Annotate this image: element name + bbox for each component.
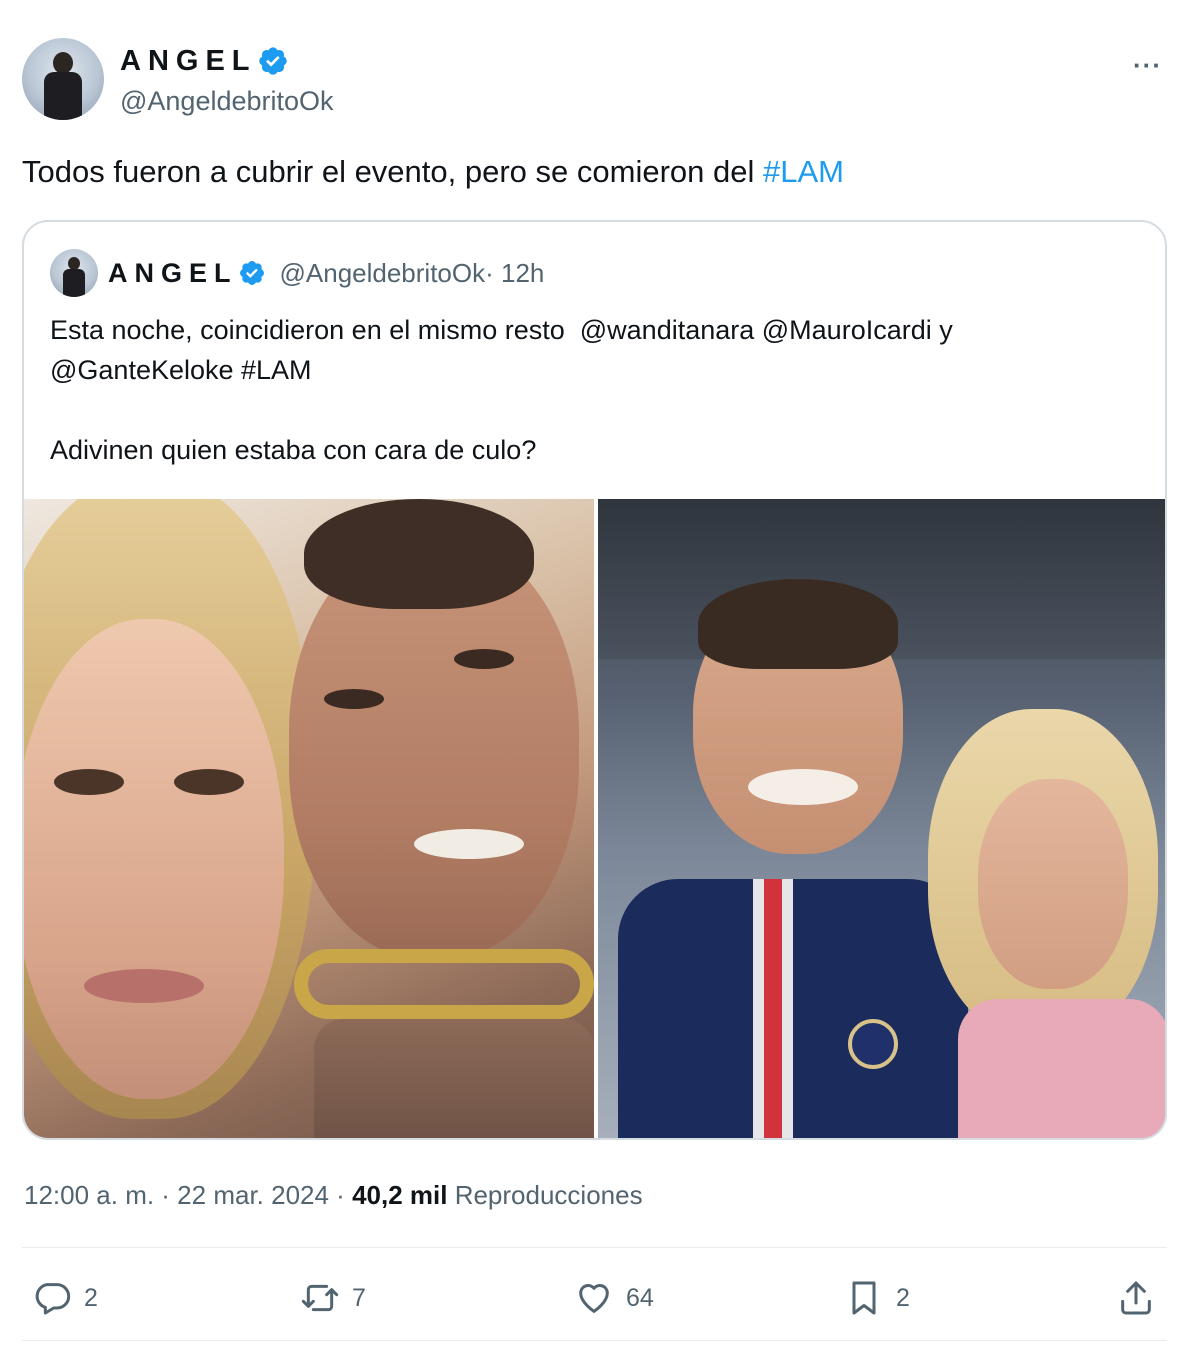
action-bar: 2 7 64 2: [22, 1268, 1167, 1328]
like-button[interactable]: 64: [574, 1268, 654, 1328]
quoted-author-name[interactable]: ANGEL: [108, 258, 238, 289]
bookmark-icon: [852, 1281, 876, 1315]
quoted-text-line: Adivinen quien estaba con cara de culo?: [50, 435, 537, 465]
media-grid: [24, 499, 1165, 1138]
repost-button[interactable]: 7: [300, 1268, 366, 1328]
bookmark-count: 2: [896, 1283, 910, 1312]
like-count: 64: [626, 1283, 654, 1312]
tweet-time[interactable]: 12:00 a. m.: [24, 1180, 154, 1210]
tweet-text: Todos fueron a cubrir el evento, pero se…: [22, 154, 844, 190]
photo-right[interactable]: [598, 499, 1165, 1138]
author-avatar[interactable]: [22, 38, 104, 120]
quoted-tweet-time[interactable]: · 12h: [485, 258, 544, 289]
views-count: 40,2 mil: [352, 1180, 448, 1210]
reply-count: 2: [84, 1283, 98, 1312]
quoted-text-line: @GanteKeloke #LAM: [50, 355, 312, 385]
views-label: Reproducciones: [447, 1180, 643, 1210]
reply-icon: [35, 1283, 71, 1315]
reply-button[interactable]: 2: [32, 1268, 98, 1328]
tweet-meta: 12:00 a. m. · 22 mar. 2024 · 40,2 mil Re…: [24, 1180, 643, 1211]
hashtag-link[interactable]: #LAM: [763, 154, 844, 189]
verified-badge-icon: [258, 47, 287, 75]
author-name-row[interactable]: ANGEL: [120, 44, 289, 78]
quoted-tweet[interactable]: ANGEL @AngeldebritoOk · 12h Esta noche, …: [22, 220, 1167, 1140]
divider: [22, 1340, 1167, 1341]
bookmark-button[interactable]: 2: [844, 1268, 910, 1328]
divider: [22, 1247, 1167, 1248]
quoted-author-handle[interactable]: @AngeldebritoOk: [280, 258, 486, 289]
tweet-header: ANGEL @AngeldebritoOk ···: [22, 38, 1172, 122]
tweet-date[interactable]: · 22 mar. 2024 ·: [154, 1180, 352, 1210]
quoted-author-avatar[interactable]: [50, 249, 98, 297]
quoted-tweet-header: ANGEL @AngeldebritoOk · 12h: [108, 252, 544, 294]
verified-badge-icon: [239, 261, 264, 285]
heart-icon: [579, 1284, 609, 1313]
repost-icon: [301, 1284, 339, 1312]
share-icon: [1121, 1281, 1151, 1315]
quoted-tweet-text: Esta noche, coincidieron en el mismo res…: [50, 310, 1110, 470]
share-button[interactable]: [1116, 1268, 1168, 1328]
repost-count: 7: [352, 1283, 366, 1312]
more-options-icon[interactable]: ···: [1133, 50, 1162, 81]
tweet-text-body: Todos fueron a cubrir el evento, pero se…: [22, 154, 763, 189]
photo-left[interactable]: [24, 499, 594, 1138]
author-handle[interactable]: @AngeldebritoOk: [120, 86, 334, 117]
author-name[interactable]: ANGEL: [120, 45, 257, 78]
quoted-text-line: Esta noche, coincidieron en el mismo res…: [50, 315, 953, 345]
